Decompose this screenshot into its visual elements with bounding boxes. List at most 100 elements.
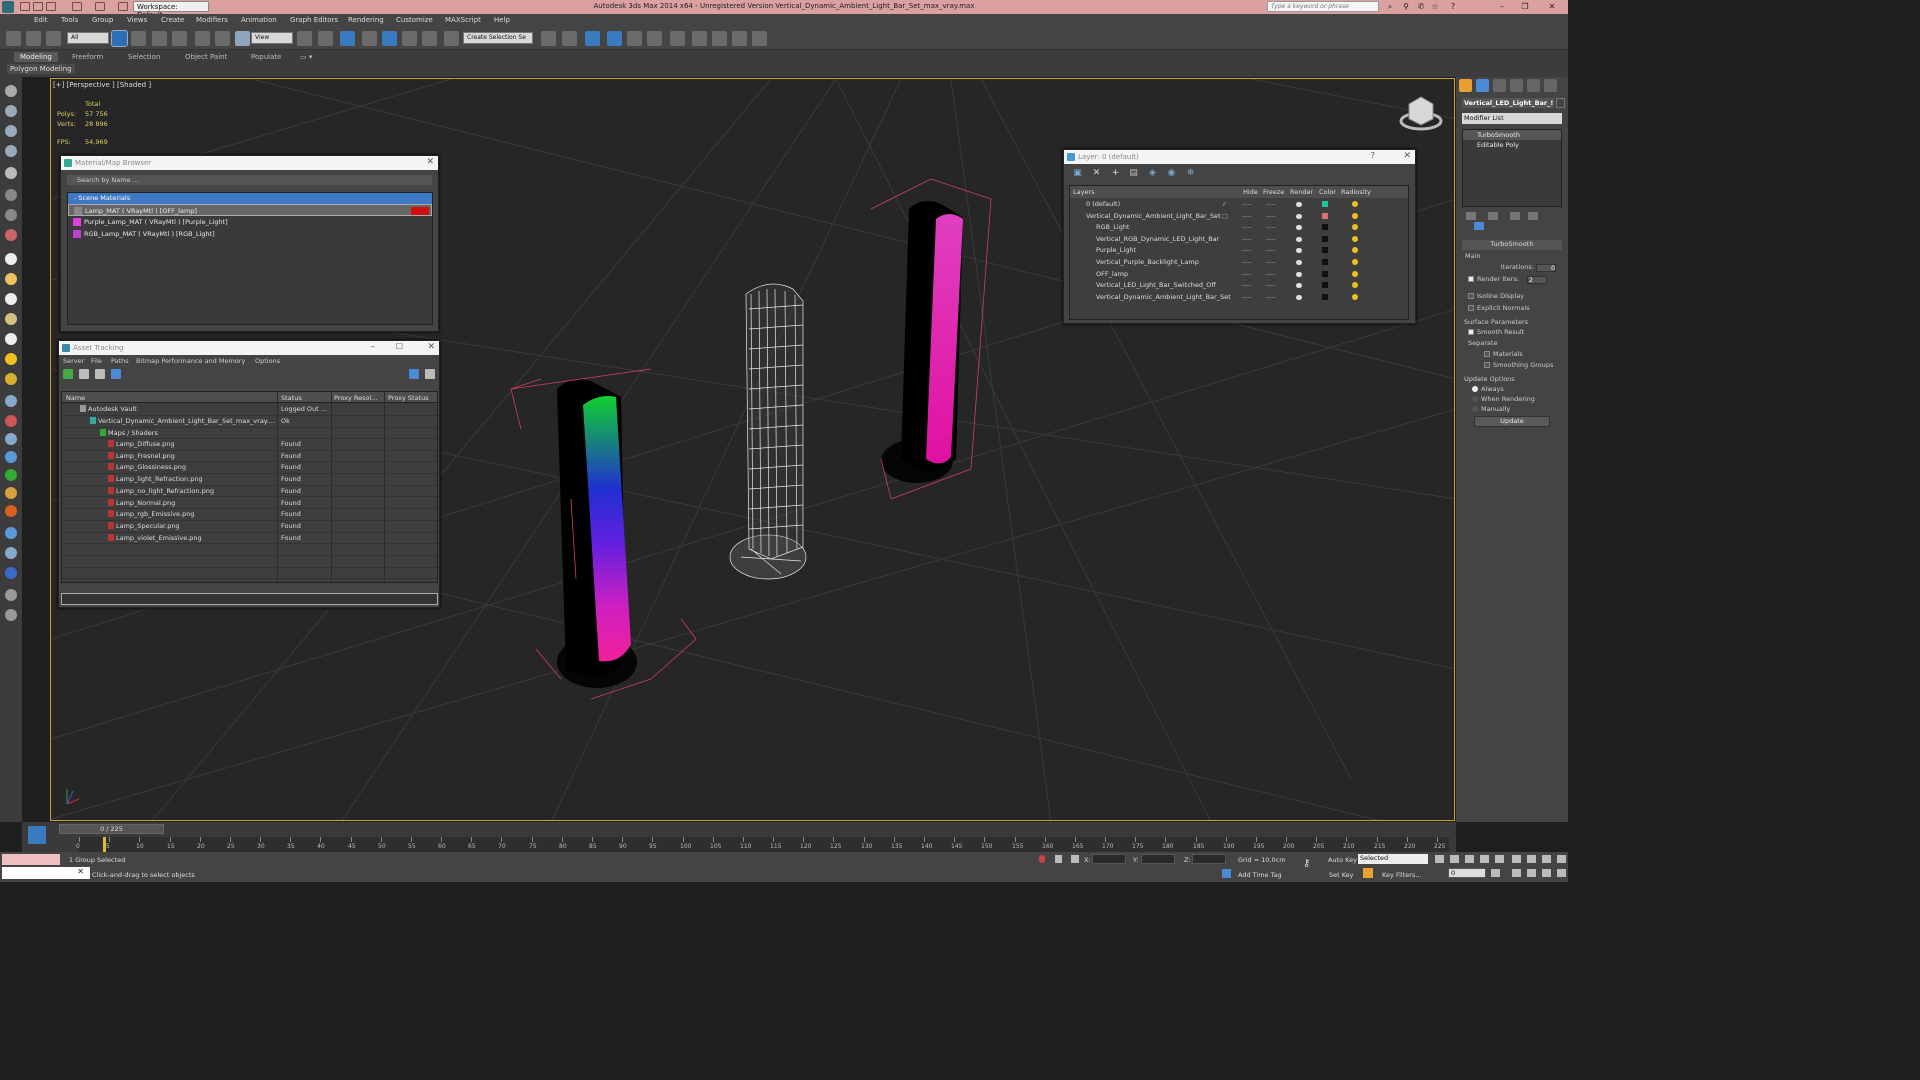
tab-populate[interactable]: Populate	[251, 53, 281, 61]
teapot-icon[interactable]	[5, 273, 17, 285]
rendered-frame-window-icon[interactable]	[712, 31, 727, 46]
viewport-label[interactable]: [+] [Perspective ] [Shaded ]	[53, 81, 151, 89]
menu-views[interactable]: Views	[127, 16, 147, 24]
layer-color-swatch[interactable]	[1322, 235, 1328, 242]
render-eye-icon[interactable]	[1296, 248, 1302, 254]
layer-row[interactable]: 0 (default) ✓ ---- ----	[1070, 199, 1370, 211]
material-search-input[interactable]: Search by Name ...	[67, 175, 432, 185]
render-eye-icon[interactable]	[1296, 225, 1302, 231]
list-view-icon[interactable]	[79, 369, 89, 379]
communication-icon[interactable]: ✆	[1414, 1, 1428, 12]
menu-bitmap-performance[interactable]: Bitmap Performance and Memory	[136, 357, 245, 365]
selection-filter-dropdown[interactable]: All	[67, 32, 109, 44]
timeline-ruler[interactable]: 0 5 10 15 20 25 30 35 40 45 50 55 60 65 70 75 80 85 90 95 10…	[76, 837, 1449, 852]
layer-row[interactable]: Vertical_Purple_Backlight_Lamp ---- ----	[1070, 257, 1370, 269]
maximize-toggle-icon[interactable]	[1557, 869, 1566, 877]
show-end-result-icon[interactable]	[1488, 212, 1499, 220]
render-eye-icon[interactable]	[1296, 271, 1302, 277]
radiosity-icon[interactable]	[1352, 201, 1358, 207]
angle-snap-icon[interactable]	[382, 31, 397, 46]
favorites-icon[interactable]: ☆	[1428, 1, 1442, 12]
layer-row[interactable]: Vertical_Dynamic_Ambient_Light_Bar_Set ▢ -…	[1070, 211, 1370, 223]
sphere-icon[interactable]	[5, 253, 17, 265]
menu-tools[interactable]: Tools	[61, 16, 78, 24]
unlink-icon[interactable]	[26, 31, 41, 46]
manually-radio[interactable]	[1472, 406, 1478, 412]
spacewarp-icon[interactable]	[5, 433, 17, 445]
minimize-icon[interactable]: –	[1495, 1, 1509, 12]
update-button[interactable]: Update	[1474, 416, 1550, 427]
layer-row[interactable]: Vertical_Dynamic_Ambient_Light_Bar_Set --…	[1070, 292, 1370, 304]
iterations-spinner[interactable]: 0	[1536, 264, 1556, 272]
pin-stack-icon[interactable]	[1466, 212, 1476, 220]
menu-file[interactable]: File	[91, 357, 102, 365]
configure-sets-icon[interactable]	[1474, 222, 1484, 230]
zoom-extents-icon[interactable]	[1542, 855, 1551, 863]
keyboard-shortcut-override-icon[interactable]	[340, 31, 355, 46]
display-tab-icon[interactable]	[1527, 79, 1540, 92]
layer-row[interactable]: Purple_Light ---- ----	[1070, 245, 1370, 257]
table-row[interactable]: Autodesk Vault Logged Out ...	[62, 404, 437, 416]
select-in-layer-icon[interactable]: ▤	[1128, 168, 1139, 179]
layer-color-swatch[interactable]	[1322, 259, 1328, 265]
rotate-icon[interactable]	[215, 31, 230, 46]
tab-freeform[interactable]: Freeform	[72, 53, 103, 61]
asset-tracking-titlebar[interactable]: Asset Tracking – ☐ ✕	[59, 341, 439, 355]
modifier-list-dropdown[interactable]: Modifier List	[1462, 113, 1562, 124]
table-row[interactable]: Lamp_Glossiness.png Found	[62, 462, 437, 475]
column-proxy-status[interactable]: Proxy Status	[388, 394, 429, 402]
character-icon[interactable]	[5, 505, 17, 517]
utilities-tab-icon[interactable]	[1544, 79, 1557, 92]
maximize-icon[interactable]: ☐	[396, 342, 403, 351]
time-cursor[interactable]	[103, 837, 106, 852]
column-radiosity[interactable]: Radiosity	[1341, 188, 1371, 196]
radiosity-icon[interactable]	[1352, 247, 1358, 254]
named-selection-dropdown[interactable]: Create Selection Se	[463, 32, 533, 44]
paint-brush-icon[interactable]	[5, 167, 17, 179]
next-frame-icon[interactable]	[1480, 855, 1489, 863]
explicit-normals-checkbox[interactable]	[1468, 305, 1474, 311]
materials-checkbox[interactable]	[1484, 351, 1490, 357]
table-row[interactable]: Maps / Shaders	[62, 428, 437, 440]
maxscript-input[interactable]: ✕	[2, 867, 90, 879]
radiosity-icon[interactable]	[1352, 270, 1358, 277]
sun-icon[interactable]	[5, 353, 17, 365]
table-row[interactable]: Lamp_Diffuse.png Found	[62, 439, 437, 451]
help-icon[interactable]	[409, 369, 419, 379]
y-coordinate-field[interactable]	[1141, 854, 1175, 864]
create-layer-icon[interactable]: ▣	[1072, 168, 1083, 179]
help-context-icon[interactable]	[425, 369, 435, 379]
link-icon[interactable]	[6, 31, 21, 46]
turbosmooth-header[interactable]: TurboSmooth	[1462, 240, 1562, 250]
table-view-icon[interactable]	[95, 369, 105, 379]
snaps-toggle-icon[interactable]	[362, 31, 377, 46]
table-row[interactable]: Lamp_no_light_Refraction.png Found	[62, 486, 437, 498]
render-eye-icon[interactable]	[1296, 213, 1302, 219]
key-filters-button[interactable]: Key Filters...	[1382, 871, 1422, 879]
radiosity-icon[interactable]	[1352, 212, 1358, 219]
layer-color-swatch[interactable]	[1322, 270, 1328, 277]
edit-named-selection-icon[interactable]	[444, 31, 459, 46]
tab-modeling[interactable]: Modeling	[14, 52, 58, 62]
layer-row[interactable]: OFF_lamp ---- ----	[1070, 269, 1370, 281]
smooth-result-checkbox[interactable]	[1468, 329, 1474, 335]
window-crossing-icon[interactable]	[172, 31, 187, 46]
render-iters-checkbox[interactable]	[1468, 276, 1474, 282]
menu-create[interactable]: Create	[161, 16, 184, 24]
column-color[interactable]: Color	[1319, 188, 1336, 196]
asset-path-field[interactable]	[61, 593, 438, 605]
cylinder-icon[interactable]	[5, 125, 17, 137]
add-time-tag[interactable]: Add Time Tag	[1238, 871, 1282, 879]
layer-row[interactable]: Vertical_RGB_Dynamic_LED_Light_Bar ---- --…	[1070, 234, 1370, 246]
go-to-end-icon[interactable]	[1495, 855, 1504, 863]
modify-tab-icon[interactable]	[1476, 79, 1489, 92]
render-eye-icon[interactable]	[1296, 236, 1302, 242]
delete-layer-icon[interactable]: ✕	[1091, 168, 1102, 179]
mirror-icon[interactable]	[541, 31, 556, 46]
select-manipulate-icon[interactable]	[318, 31, 333, 46]
help-circle-icon[interactable]	[5, 609, 17, 621]
minimize-icon[interactable]: –	[371, 342, 376, 352]
hide-all-layers-icon[interactable]: ◉	[1166, 168, 1177, 179]
render-eye-icon[interactable]	[1296, 294, 1302, 300]
table-row[interactable]: Lamp_Specular.png Found	[62, 521, 437, 533]
